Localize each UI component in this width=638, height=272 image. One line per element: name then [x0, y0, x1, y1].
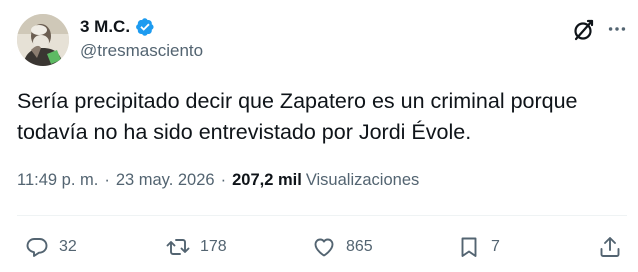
bookmark-icon	[461, 237, 477, 257]
reply-button[interactable]: 32	[25, 234, 77, 260]
grok-button[interactable]	[571, 17, 597, 43]
divider	[17, 215, 627, 216]
views-count[interactable]: 207,2 mil	[232, 171, 302, 190]
repost-icon	[166, 239, 190, 255]
repost-button[interactable]: 178	[166, 234, 227, 260]
tweet-meta: 11:49 p. m. · 23 may. 2026 · 207,2 mil V…	[17, 171, 419, 190]
handle[interactable]: @tresmasciento	[80, 41, 203, 61]
name-row: 3 M.C.	[80, 16, 155, 38]
tweet-date[interactable]: 23 may. 2026	[116, 171, 215, 190]
tweet-text-line: Sería precipitado decir que Zapatero es …	[17, 89, 578, 113]
repost-count: 178	[200, 238, 227, 255]
meta-separator: ·	[220, 171, 227, 189]
meta-separator: ·	[104, 171, 110, 189]
like-button[interactable]: 865	[312, 234, 373, 260]
reply-icon	[26, 238, 48, 257]
more-button[interactable]	[605, 17, 629, 41]
grok-icon	[574, 19, 594, 41]
bookmark-button[interactable]: 7	[457, 234, 500, 260]
reply-count: 32	[59, 238, 77, 255]
like-count: 865	[346, 238, 373, 255]
tweet-text: Sería precipitado decir que Zapatero es …	[17, 86, 627, 148]
more-icon	[608, 27, 626, 31]
verified-badge-icon	[135, 17, 155, 37]
share-icon	[600, 237, 620, 257]
tweet-time[interactable]: 11:49 p. m.	[17, 171, 98, 190]
bookmark-count: 7	[491, 238, 500, 255]
tweet-text-line: todavía no ha sido entrevistado por Jord…	[17, 120, 472, 144]
tweet: 3 M.C. @tresmasciento Sería precipitado …	[0, 0, 638, 272]
avatar[interactable]	[17, 14, 69, 66]
views-label[interactable]: Visualizaciones	[306, 171, 419, 190]
share-button[interactable]	[598, 234, 622, 260]
like-icon	[314, 238, 334, 257]
display-name[interactable]: 3 M.C.	[80, 17, 130, 37]
avatar-image	[17, 14, 69, 66]
